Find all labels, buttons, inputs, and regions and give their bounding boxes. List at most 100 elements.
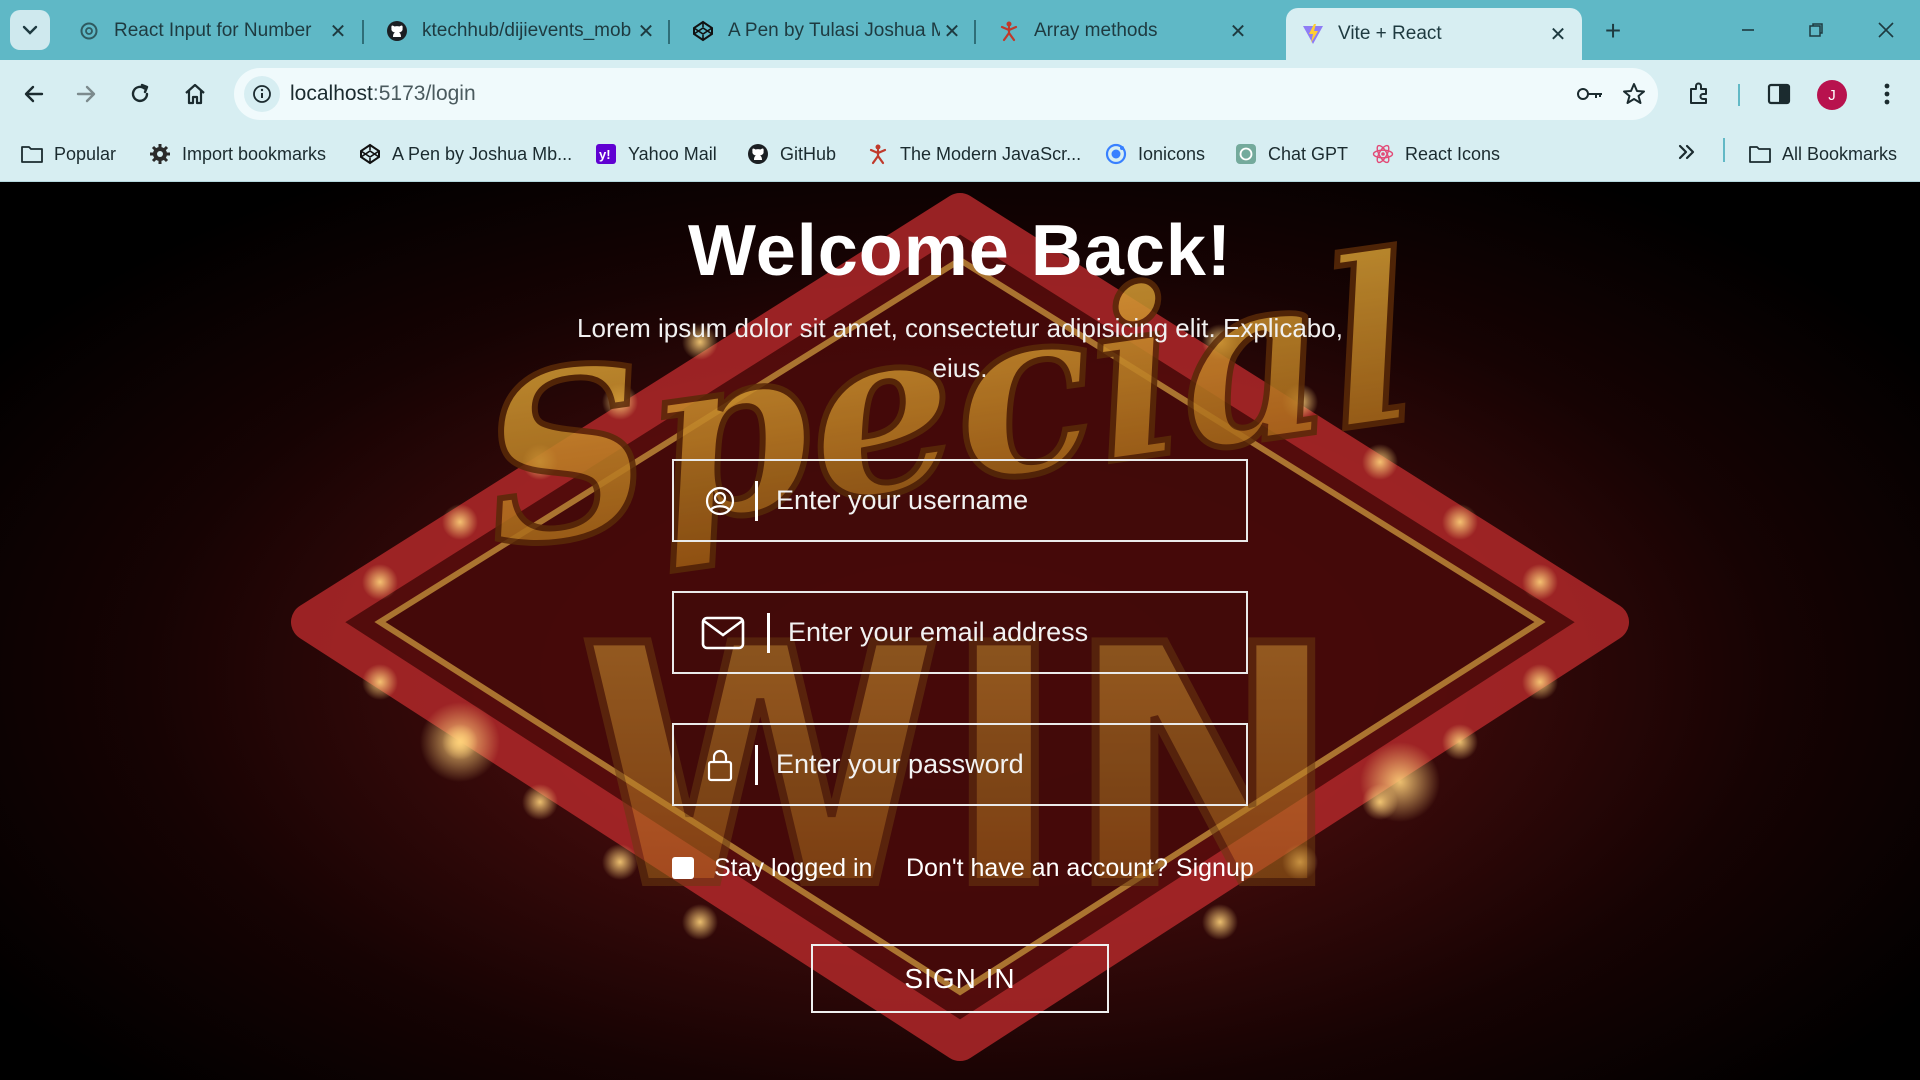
github-icon [746,142,770,166]
reload-button[interactable] [120,74,160,114]
svg-text:y!: y! [599,147,611,162]
field-divider [755,481,758,521]
toolbar-separator [1738,84,1740,106]
tab-vite-react[interactable]: Vite + React ✕ [1286,8,1582,60]
reload-icon [131,83,149,103]
arrow-right-icon [76,85,96,103]
password-key-icon[interactable] [1570,74,1610,114]
openai-icon [1234,142,1258,166]
bookmark-label: GitHub [780,143,837,164]
home-button[interactable] [175,74,215,114]
tab-title: Array methods [1034,20,1158,41]
envelope-icon [698,613,748,653]
url-path: :5173/login [372,82,476,105]
url-text[interactable]: localhost:5173/login [290,82,476,106]
bookmark-import[interactable]: Import bookmarks [148,138,326,170]
chevron-down-icon [22,25,38,35]
close-window-button[interactable] [1866,12,1906,48]
all-bookmarks-button[interactable]: All Bookmarks [1748,138,1897,170]
tab-title: React Input for Number [114,20,312,41]
page-subtitle: Lorem ipsum dolor sit amet, consectetur … [577,313,1343,383]
minimize-button[interactable] [1728,12,1768,48]
close-icon[interactable]: ✕ [1226,19,1250,43]
browser-toolbar: localhost:5173/login J [0,60,1920,128]
bookmark-modern-js[interactable]: The Modern JavaScr... [866,138,1081,170]
ionicons-icon [1104,142,1128,166]
profile-avatar[interactable]: J [1817,80,1847,110]
close-icon [1878,22,1894,38]
email-input[interactable] [788,593,1236,672]
login-page: Special WIN Welcome Back! Lorem ipsum do… [0,182,1920,1080]
js-figure-icon [866,142,890,166]
stay-logged-in[interactable]: Stay logged in [672,850,872,886]
bookmark-star-icon[interactable] [1614,74,1654,114]
tab-separator [974,20,976,44]
field-divider [755,745,758,785]
tab-github[interactable]: ktechhub/dijievents_mob ✕ [370,10,670,52]
folder-icon [1748,142,1772,166]
all-bookmarks-label: All Bookmarks [1782,143,1898,164]
tab-strip: React Input for Number ✕ ktechhub/dijiev… [0,0,1920,60]
home-icon [185,83,205,105]
bookmark-label: Yahoo Mail [628,143,717,164]
tab-codepen[interactable]: A Pen by Tulasi Joshua M ✕ [676,10,976,52]
vite-icon [1302,23,1324,45]
bookmarks-bar: Popular Import bookmarks A Pen by Joshua… [0,128,1920,182]
bookmark-label: Ionicons [1138,143,1206,164]
bookmark-react-icons[interactable]: React Icons [1371,138,1500,170]
gear-icon [148,142,172,166]
stay-logged-in-checkbox[interactable] [672,857,694,879]
forward-button[interactable] [66,74,106,114]
tab-search-button[interactable] [10,10,50,50]
menu-kebab-icon[interactable] [1867,74,1907,114]
minimize-icon [1742,29,1754,31]
close-icon[interactable]: ✕ [326,19,350,43]
field-divider [767,613,770,653]
tab-react-input[interactable]: React Input for Number ✕ [62,10,362,52]
bookmark-chatgpt[interactable]: Chat GPT [1234,138,1348,170]
yahoo-icon: y! [594,142,618,166]
tab-separator [362,20,364,44]
tab-separator [668,20,670,44]
bookmark-label: Popular [54,143,117,164]
tab-title: ktechhub/dijievents_mob [422,20,632,41]
bookmarks-separator [1723,138,1725,162]
password-field[interactable] [672,723,1248,806]
signup-link[interactable]: Signup [1176,854,1254,883]
react-icon [1371,142,1395,166]
arrow-left-icon [24,85,44,103]
extensions-icon[interactable] [1679,74,1719,114]
email-field[interactable] [672,591,1248,674]
bookmarks-overflow-button[interactable] [1678,138,1696,170]
address-bar[interactable]: localhost:5173/login [234,68,1658,120]
restore-icon [1809,23,1823,37]
bookmark-yahoo-mail[interactable]: y! Yahoo Mail [594,138,717,170]
signup-prompt: Don't have an account? Signup [906,850,1254,886]
username-field[interactable] [672,459,1248,542]
sign-in-button[interactable]: SIGN IN [811,944,1109,1013]
new-tab-button[interactable]: + [1596,14,1630,48]
bookmark-ionicons[interactable]: Ionicons [1104,138,1205,170]
stay-logged-in-label: Stay logged in [714,853,873,882]
bookmark-codepen[interactable]: A Pen by Joshua Mb... [358,138,572,170]
restore-button[interactable] [1796,12,1836,48]
close-icon[interactable]: ✕ [940,19,964,43]
bookmark-popular[interactable]: Popular [20,138,116,170]
close-icon[interactable]: ✕ [1546,22,1570,46]
bookmark-label: A Pen by Joshua Mb... [392,143,573,164]
signup-prompt-text: Don't have an account? [906,853,1168,882]
js-figure-icon [998,20,1020,42]
password-input[interactable] [776,725,1236,804]
bookmark-github[interactable]: GitHub [746,138,836,170]
tab-array-methods[interactable]: Array methods ✕ [982,10,1262,52]
lock-icon [698,745,742,785]
side-panel-icon[interactable] [1759,74,1799,114]
site-info-icon[interactable] [244,76,280,112]
username-input[interactable] [776,461,1236,540]
codepen-icon [692,20,714,42]
close-icon[interactable]: ✕ [634,19,658,43]
back-button[interactable] [14,74,54,114]
github-icon [386,20,408,42]
bookmark-label: Chat GPT [1268,143,1349,164]
login-form: Welcome Back! Lorem ipsum dolor sit amet… [0,182,1920,1080]
